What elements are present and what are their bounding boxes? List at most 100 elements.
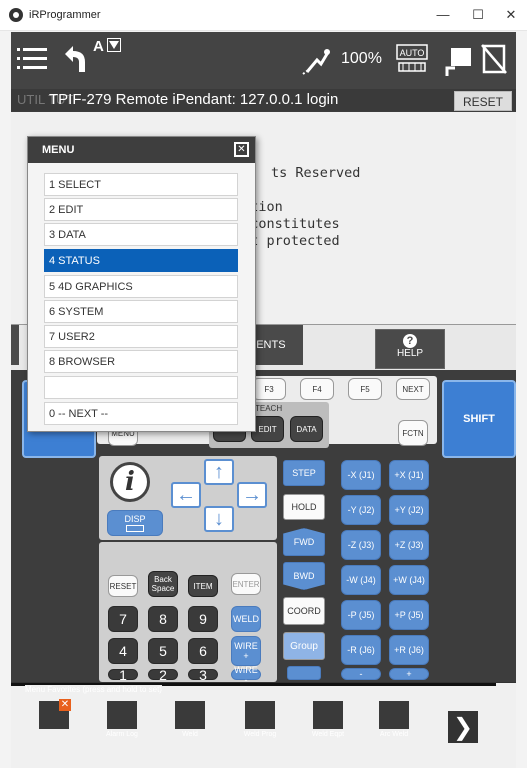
close-icon[interactable]: ✕ [234, 142, 249, 157]
zoom-level: 100% [341, 50, 382, 67]
jog-minus-p-key[interactable]: -P (J5) [341, 600, 381, 630]
digit-7-key[interactable]: 7 [108, 606, 138, 632]
menu-popup: MENU ✕ 1 SELECT 2 EDIT 3 DATA 4 STATUS 5… [27, 136, 256, 432]
digit-5-key[interactable]: 5 [148, 638, 178, 664]
favorite-item[interactable]: ✕ [29, 699, 79, 751]
f5-key[interactable]: F5 [348, 378, 382, 400]
wire-minus-key[interactable]: WIRE - [231, 665, 261, 685]
jog-plus-z-key[interactable]: +Z (J3) [389, 530, 429, 560]
backspace-key[interactable]: Back Space [148, 571, 178, 597]
menu-item-status[interactable]: 4 STATUS [44, 249, 238, 272]
minimize-button[interactable]: — [428, 5, 458, 25]
maximize-button[interactable]: ☐ [463, 5, 493, 25]
favorite-item-weld-prog[interactable]: Weld Prog [235, 701, 285, 751]
jog-minus-r-key[interactable]: -R (J6) [341, 635, 381, 665]
item-key[interactable]: ITEM [188, 575, 218, 597]
bwd-key[interactable]: BWD [283, 562, 325, 590]
coord-key[interactable]: COORD [283, 597, 325, 625]
f3-key[interactable]: F3 [252, 378, 286, 400]
jog-plus-r-key[interactable]: +R (J6) [389, 635, 429, 665]
favorite-item-alarm-log[interactable]: Alarm Log [97, 701, 147, 751]
arc-weld-icon [379, 701, 409, 729]
favorite-item-weld-eqpt[interactable]: Weld Eqpt [303, 701, 353, 751]
digit-3-key[interactable]: 3 [188, 667, 218, 683]
menu-item-user2[interactable]: 7 USER2 [44, 325, 238, 348]
pendant-app: A 100% AUTO UTIL TUT TPIF-279 Remote iPe… [11, 32, 516, 768]
digit-1-key[interactable]: 1 [108, 667, 138, 683]
shift-right-button[interactable]: SHIFT [442, 380, 516, 458]
help-icon: ? [403, 334, 417, 348]
group-key[interactable]: Group [283, 632, 325, 660]
menu-item-next[interactable]: 0 -- NEXT -- [44, 402, 238, 425]
digit-4-key[interactable]: 4 [108, 638, 138, 664]
next-key[interactable]: NEXT [396, 378, 430, 400]
jog-minus-key[interactable]: - [341, 668, 381, 680]
jog-plus-p-key[interactable]: +P (J5) [389, 600, 429, 630]
weld-info-icon [175, 701, 205, 729]
function-key-stub[interactable] [11, 325, 19, 365]
hamburger-menu-icon[interactable] [17, 46, 47, 72]
pendant-display-icon[interactable] [445, 46, 473, 81]
jog-plus-w-key[interactable]: +W (J4) [389, 565, 429, 595]
alphanumeric-toggle[interactable]: A [93, 38, 122, 55]
reset-button[interactable]: RESET [454, 91, 512, 111]
step-key[interactable]: STEP [283, 460, 325, 486]
speed-key[interactable] [287, 666, 321, 680]
close-button[interactable]: ✕ [496, 5, 526, 25]
help-button[interactable]: ? HELP [375, 329, 445, 369]
menu-item-4d-graphics[interactable]: 5 4D GRAPHICS [44, 275, 238, 298]
menu-item-empty[interactable] [44, 376, 238, 399]
favorite-item-arc-weld[interactable]: Arc Weld [369, 701, 419, 751]
favorites-bar: Menu Favorites (press and hold to set) ✕… [11, 682, 516, 768]
digit-8-key[interactable]: 8 [148, 606, 178, 632]
up-arrow-key[interactable]: ↑ [204, 459, 234, 485]
right-arrow-key[interactable]: → [237, 482, 267, 508]
weld-key[interactable]: WELD [231, 606, 261, 632]
status-header: UTIL TUT TPIF-279 Remote iPendant: 127.0… [11, 89, 516, 111]
digit-9-key[interactable]: 9 [188, 606, 218, 632]
down-arrow-key[interactable]: ↓ [204, 506, 234, 532]
chevron-right-icon[interactable]: ❯ [448, 711, 478, 743]
jog-minus-w-key[interactable]: -W (J4) [341, 565, 381, 595]
menu-item-system[interactable]: 6 SYSTEM [44, 300, 238, 323]
auto-mode-icon[interactable]: AUTO [395, 43, 429, 78]
menu-title: MENU [42, 144, 75, 156]
jog-minus-x-key[interactable]: -X (J1) [341, 460, 381, 490]
favorites-label: Menu Favorites (press and hold to set) [25, 685, 162, 694]
menu-item-select[interactable]: 1 SELECT [44, 173, 238, 196]
window-close-icon: ✕ [39, 699, 71, 729]
teach-label: TEACH [255, 404, 283, 413]
wire-plus-key[interactable]: WIRE + [231, 636, 261, 666]
favorite-item-weld[interactable]: Weld [165, 701, 215, 751]
digit-6-key[interactable]: 6 [188, 638, 218, 664]
fctn-key[interactable]: FCTN [398, 420, 428, 446]
data-key[interactable]: DATA [290, 416, 323, 442]
back-arrow-icon[interactable] [61, 44, 89, 74]
menu-item-browser[interactable]: 8 BROWSER [44, 350, 238, 373]
menu-item-edit[interactable]: 2 EDIT [44, 198, 238, 221]
fwd-key[interactable]: FWD [283, 528, 325, 556]
digit-2-key[interactable]: 2 [148, 667, 178, 683]
hold-key[interactable]: HOLD [283, 494, 325, 520]
left-arrow-key[interactable]: ← [171, 482, 201, 508]
reset-key[interactable]: RESET [108, 575, 138, 597]
jog-minus-z-key[interactable]: -Z (J3) [341, 530, 381, 560]
jog-plus-key[interactable]: + [389, 668, 429, 680]
jog-plus-x-key[interactable]: +X (J1) [389, 460, 429, 490]
info-icon[interactable]: i [110, 462, 150, 502]
disp-icon [126, 525, 144, 532]
terminal-line: ts Reserved [271, 165, 361, 181]
robot-jog-icon[interactable] [301, 44, 331, 81]
f4-key[interactable]: F4 [300, 378, 334, 400]
no-device-icon[interactable] [481, 44, 507, 79]
window-title: iRProgrammer [29, 9, 101, 21]
window-titlebar: iRProgrammer — ☐ ✕ [0, 0, 527, 31]
jog-minus-y-key[interactable]: -Y (J2) [341, 495, 381, 525]
alarm-bell-icon [107, 701, 137, 729]
jog-plus-y-key[interactable]: +Y (J2) [389, 495, 429, 525]
disp-key[interactable]: DISP [107, 510, 163, 536]
enter-key[interactable]: ENTER [231, 573, 261, 595]
weld-equipment-icon [313, 701, 343, 729]
menu-header: MENU ✕ [28, 137, 255, 163]
menu-item-data[interactable]: 3 DATA [44, 223, 238, 246]
